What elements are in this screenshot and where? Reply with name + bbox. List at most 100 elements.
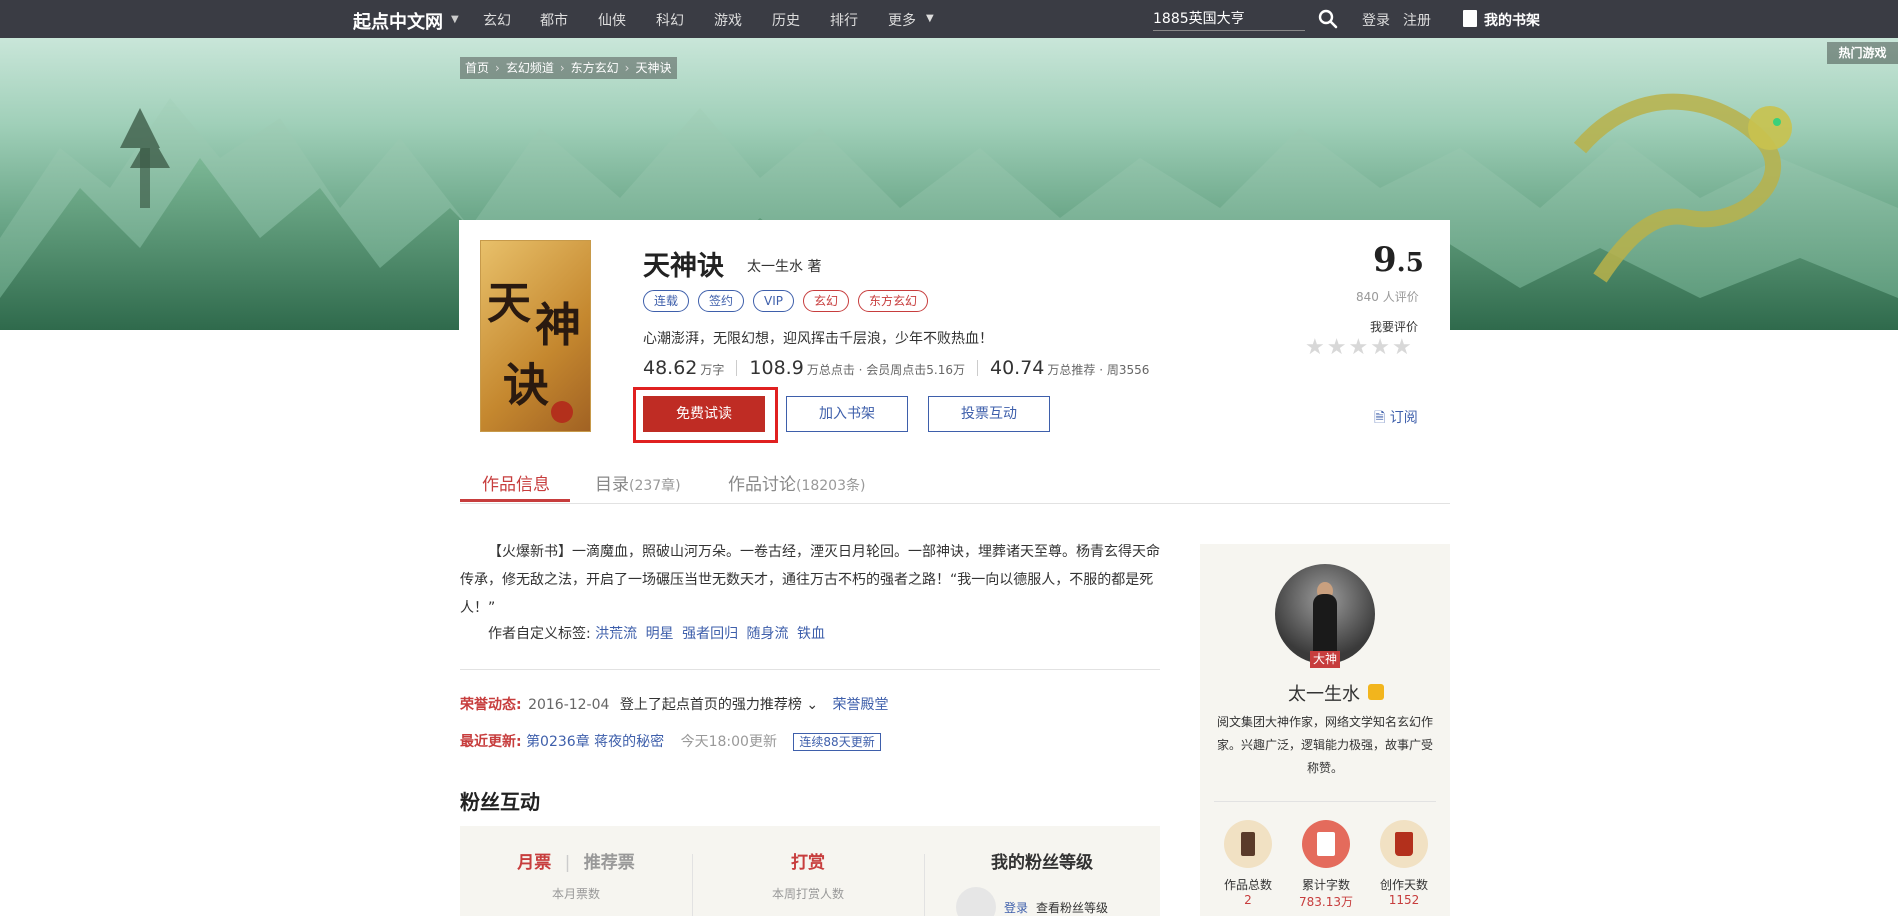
nav-link-xuanhuan[interactable]: 玄幻 [483, 10, 511, 30]
author-stat-words: 累计字数 783.13万 [1296, 820, 1356, 910]
rating-stars[interactable]: ★ ★ ★ ★ ★ [1305, 337, 1412, 359]
book-description: 【火爆新书】一滴魔血，照破山河万朵。一卷古经，湮灭日月轮回。一部神诀，埋葬诸天至… [460, 544, 1160, 616]
stat-value: 783.13万 [1299, 895, 1353, 909]
hot-games-tab[interactable]: 热门游戏 [1827, 42, 1898, 64]
chevron-right-icon: › [559, 61, 565, 75]
nav-link-lishi[interactable]: 历史 [772, 10, 800, 30]
tab-catalog[interactable]: 目录(237章) [595, 470, 681, 495]
crown-icon [1368, 684, 1384, 700]
cover-calligraphy: 天 [487, 278, 531, 329]
word-count: 48.62 [643, 357, 698, 379]
fans-section-title: 粉丝互动 [460, 790, 540, 814]
nav-link-paihang[interactable]: 排行 [830, 10, 858, 30]
tag-vip: VIP [753, 290, 795, 312]
reward-column: 打赏 本周打赏人数 [692, 826, 924, 916]
star-icon[interactable]: ★ [1305, 337, 1325, 359]
document-icon [1302, 820, 1350, 868]
stat-value: 1152 [1388, 893, 1420, 907]
divider [977, 360, 978, 376]
book-intro: 心潮澎湃，无限幻想，迎风挥击千层浪，少年不败热血！ [643, 331, 993, 347]
nav-link-kehuan[interactable]: 科幻 [656, 10, 684, 30]
fan-level-login: 登录 查看粉丝等级 [924, 887, 1160, 916]
author-avatar[interactable] [1275, 564, 1375, 664]
breadcrumb-current[interactable]: 天神诀 [635, 57, 671, 79]
chevron-right-icon: › [624, 61, 630, 75]
custom-tag[interactable]: 强者回归 [682, 626, 738, 642]
login-link[interactable]: 登录 [1362, 10, 1390, 30]
custom-tag[interactable]: 随身流 [747, 626, 789, 642]
recommend-ticket-tab[interactable]: 推荐票 [584, 853, 635, 873]
star-icon[interactable]: ★ [1348, 337, 1368, 359]
stat-label: 累计字数 [1301, 878, 1350, 892]
active-tab-indicator [460, 499, 570, 502]
chevron-down-icon[interactable]: ▼ [926, 13, 934, 24]
book-author[interactable]: 太一生水 著 [747, 256, 821, 276]
star-icon[interactable]: ★ [1327, 337, 1347, 359]
reward-sub: 本周打赏人数 [771, 887, 844, 901]
chevron-down-icon[interactable]: ⌄ [806, 697, 818, 713]
add-to-shelf-button[interactable]: 加入书架 [786, 396, 908, 432]
search-icon[interactable] [1318, 9, 1338, 29]
tag-subgenre[interactable]: 东方玄幻 [858, 290, 929, 312]
monthly-ticket-sub: 本月票数 [551, 887, 600, 901]
cover-calligraphy: 诀 [503, 358, 549, 412]
my-bookshelf-link[interactable]: 我的书架 [1484, 10, 1540, 30]
nav-link-xianxia[interactable]: 仙侠 [598, 10, 626, 30]
tab-discussion[interactable]: 作品讨论(18203条) [728, 470, 865, 495]
vote-button[interactable]: 投票互动 [928, 396, 1050, 432]
author-description: 阅文集团大神作家，网络文学知名玄幻作家。兴趣广泛，逻辑能力极强，故事广受称赞。 [1216, 715, 1433, 775]
custom-tag[interactable]: 洪荒流 [595, 626, 637, 642]
stat-label: 作品总数 [1223, 878, 1272, 892]
site-logo[interactable]: 起点中文网 [353, 8, 443, 34]
honor-label: 荣誉动态: [460, 697, 522, 713]
tab-discussion-label: 作品讨论 [728, 475, 796, 495]
bookshelf-icon[interactable] [1463, 10, 1477, 27]
my-rating-label: 我要评价 [1370, 320, 1419, 334]
divider: | [564, 853, 571, 873]
chevron-down-icon[interactable]: ▼ [451, 14, 459, 25]
tag-signed: 签约 [698, 290, 745, 312]
fan-login-link[interactable]: 登录 [1004, 899, 1028, 916]
divider [460, 669, 1160, 670]
coffee-cup-icon [1380, 820, 1428, 868]
honor-hall-link[interactable]: 荣誉殿堂 [833, 697, 889, 713]
nav-link-youxi[interactable]: 游戏 [714, 10, 742, 30]
book-tabs: 作品信息 目录(237章) 作品讨论(18203条) [460, 462, 1450, 504]
star-icon[interactable]: ★ [1392, 337, 1412, 359]
score-decimal: .5 [1396, 248, 1424, 278]
search-input[interactable] [1153, 7, 1305, 29]
tab-catalog-label: 目录 [595, 475, 629, 495]
ticket-tabs: 月票 | 推荐票 [460, 848, 692, 873]
search-box [1153, 7, 1305, 31]
latest-update-row: 最近更新: 第0236章 蒋夜的秘密 今天18:00更新 连续88天更新 [460, 731, 881, 751]
tab-book-info[interactable]: 作品信息 [482, 470, 550, 495]
tag-genre[interactable]: 玄幻 [803, 290, 850, 312]
book-title: 天神诀 [643, 251, 724, 282]
book-cover-image[interactable]: 天 神 诀 [480, 240, 591, 432]
custom-tag[interactable]: 明星 [646, 626, 674, 642]
breadcrumb-category[interactable]: 东方玄幻 [571, 57, 619, 79]
cover-seal [551, 401, 573, 423]
honor-row: 荣誉动态: 2016-12-04 登上了起点首页的强力推荐榜 ⌄ 荣誉殿堂 [460, 694, 889, 714]
cover-calligraphy: 神 [535, 298, 581, 352]
book-score: 9.5 [1373, 240, 1424, 280]
breadcrumb-home[interactable]: 首页 [465, 57, 489, 79]
click-count-unit: 万总点击 · 会员周点击5.16万 [806, 363, 965, 377]
subscribe-link[interactable]: 🗎 订阅 [1374, 407, 1418, 431]
register-link[interactable]: 注册 [1403, 10, 1431, 30]
honor-date: 2016-12-04 [528, 697, 610, 713]
reward-tab[interactable]: 打赏 [692, 848, 924, 873]
custom-tag[interactable]: 铁血 [797, 626, 825, 642]
nav-link-dushi[interactable]: 都市 [540, 10, 568, 30]
latest-chapter-link[interactable]: 第0236章 蒋夜的秘密 [526, 734, 664, 750]
author-rank-badge: 大神 [1310, 651, 1340, 668]
author-name[interactable]: 太一生水 [1288, 680, 1360, 706]
fan-level-text: 查看粉丝等级 [1036, 900, 1109, 915]
star-icon[interactable]: ★ [1370, 337, 1390, 359]
nav-link-more[interactable]: 更多 [888, 10, 916, 30]
breadcrumb-channel[interactable]: 玄幻频道 [506, 57, 554, 79]
author-stat-days: 创作天数 1152 [1374, 820, 1434, 907]
tab-discussion-count: (18203条) [796, 478, 866, 494]
divider [1214, 801, 1436, 802]
monthly-ticket-tab[interactable]: 月票 [517, 853, 551, 873]
